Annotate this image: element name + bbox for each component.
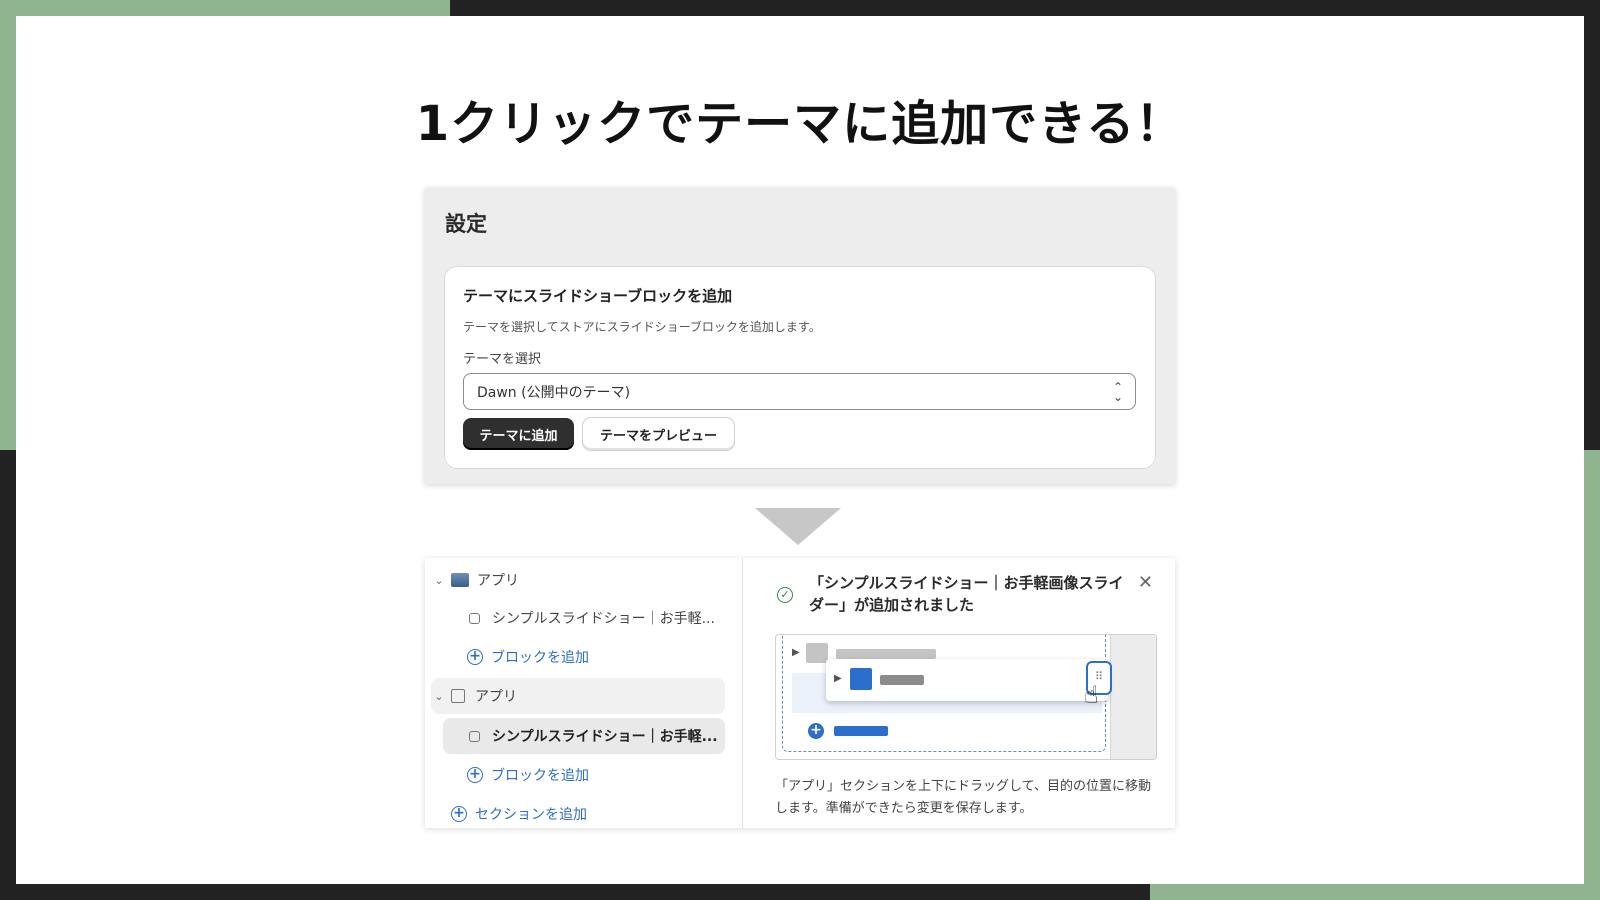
toast-message: 「シンプルスライドショー｜お手軽画像スライダー」が追加されました	[809, 574, 1124, 614]
settings-title: 設定	[445, 212, 487, 236]
tree-label: シンプルスライドショー｜お手軽...	[492, 611, 715, 627]
tree-block-slideshow-1[interactable]: シンプルスライドショー｜お手軽...	[469, 600, 715, 636]
plus-circle-icon: +	[451, 806, 467, 822]
plus-circle-icon: +	[808, 723, 824, 739]
block-icon	[469, 612, 480, 624]
drag-illustration: ▶ ▶ ⠿ ☝ +	[775, 634, 1157, 760]
frame-top-left-green	[0, 0, 450, 16]
hand-cursor-icon: ☝	[1084, 681, 1099, 709]
frame-left-top-green	[0, 0, 16, 450]
add-block-card: テーマにスライドショーブロックを追加 テーマを選択してストアにスライドショーブロ…	[445, 267, 1155, 468]
frame-top-dark	[450, 0, 1600, 16]
tree-section-app-2[interactable]: ⌄ アプリ	[433, 678, 517, 714]
card-description: テーマを選択してストアにスライドショーブロックを追加します。	[463, 320, 821, 334]
help-text: 「アプリ」セクションを上下にドラッグして、目的の位置に移動します。準備ができたら…	[775, 779, 1151, 816]
chevron-down-icon: ⌄	[434, 689, 444, 703]
tree-add-section[interactable]: + セクションを追加	[451, 796, 587, 828]
close-icon[interactable]: ✕	[1138, 572, 1153, 593]
chevron-up-down-icon: ⌃ ⌄	[1112, 380, 1123, 404]
folder-icon	[451, 573, 469, 587]
add-block-link: ブロックを追加	[491, 768, 589, 784]
editor-sidebar: ⌄ アプリ シンプルスライドショー｜お手軽... + ブロックを追加 ⌄ アプリ…	[425, 558, 743, 828]
illustration-blue-bar	[834, 726, 888, 736]
tree-section-app-1[interactable]: ⌄ アプリ	[433, 562, 519, 598]
theme-select[interactable]: Dawn (公開中のテーマ) ⌃ ⌄	[463, 373, 1136, 410]
illustration-blue-square	[850, 668, 872, 690]
block-icon	[469, 730, 480, 742]
page-title: 1クリックでテーマに追加できる！	[415, 96, 1185, 152]
chevron-down-icon: ⌄	[434, 573, 444, 587]
card-title: テーマにスライドショーブロックを追加	[463, 287, 733, 305]
theme-select-label: テーマを選択	[463, 352, 542, 367]
illustration-gray-bar	[836, 649, 936, 659]
frame-right-dark	[1584, 0, 1600, 450]
illustration-gray-square	[806, 643, 828, 663]
plus-circle-icon: +	[467, 767, 483, 783]
caret-right-icon: ▶	[792, 647, 800, 658]
check-circle-icon: ✓	[777, 587, 793, 603]
theme-select-value: Dawn (公開中のテーマ)	[477, 384, 631, 401]
theme-editor-screenshot: ⌄ アプリ シンプルスライドショー｜お手軽... + ブロックを追加 ⌄ アプリ…	[425, 558, 1175, 828]
tree-add-block-2[interactable]: + ブロックを追加	[467, 757, 589, 793]
section-icon	[451, 689, 465, 703]
frame-bottom-dark	[0, 884, 1150, 900]
caret-right-icon: ▶	[834, 673, 842, 684]
add-block-link: ブロックを追加	[491, 650, 589, 666]
toast-panel: ✓ 「シンプルスライドショー｜お手軽画像スライダー」が追加されました ✕ ▶ ▶…	[753, 558, 1175, 828]
tree-block-slideshow-2[interactable]: シンプルスライドショー｜お手軽...	[469, 718, 718, 754]
frame-bottom-green	[1150, 884, 1600, 900]
down-arrow-icon	[755, 508, 841, 545]
settings-screenshot: 設定 テーマにスライドショーブロックを追加 テーマを選択してストアにスライドショ…	[425, 188, 1175, 484]
plus-circle-icon: +	[467, 649, 483, 665]
illustration-right-pane	[1110, 635, 1156, 759]
frame-right-green	[1584, 450, 1600, 900]
add-to-theme-button[interactable]: テーマに追加	[463, 418, 574, 450]
frame-left-bottom-dark	[0, 450, 16, 900]
preview-theme-button[interactable]: テーマをプレビュー	[583, 418, 734, 450]
add-section-link: セクションを追加	[475, 807, 587, 823]
illustration-gray-bar-short	[880, 675, 924, 685]
tree-label: シンプルスライドショー｜お手軽...	[492, 729, 718, 745]
tree-label: アプリ	[475, 689, 517, 705]
tree-add-block-1[interactable]: + ブロックを追加	[467, 639, 589, 675]
tree-label: アプリ	[477, 573, 519, 589]
